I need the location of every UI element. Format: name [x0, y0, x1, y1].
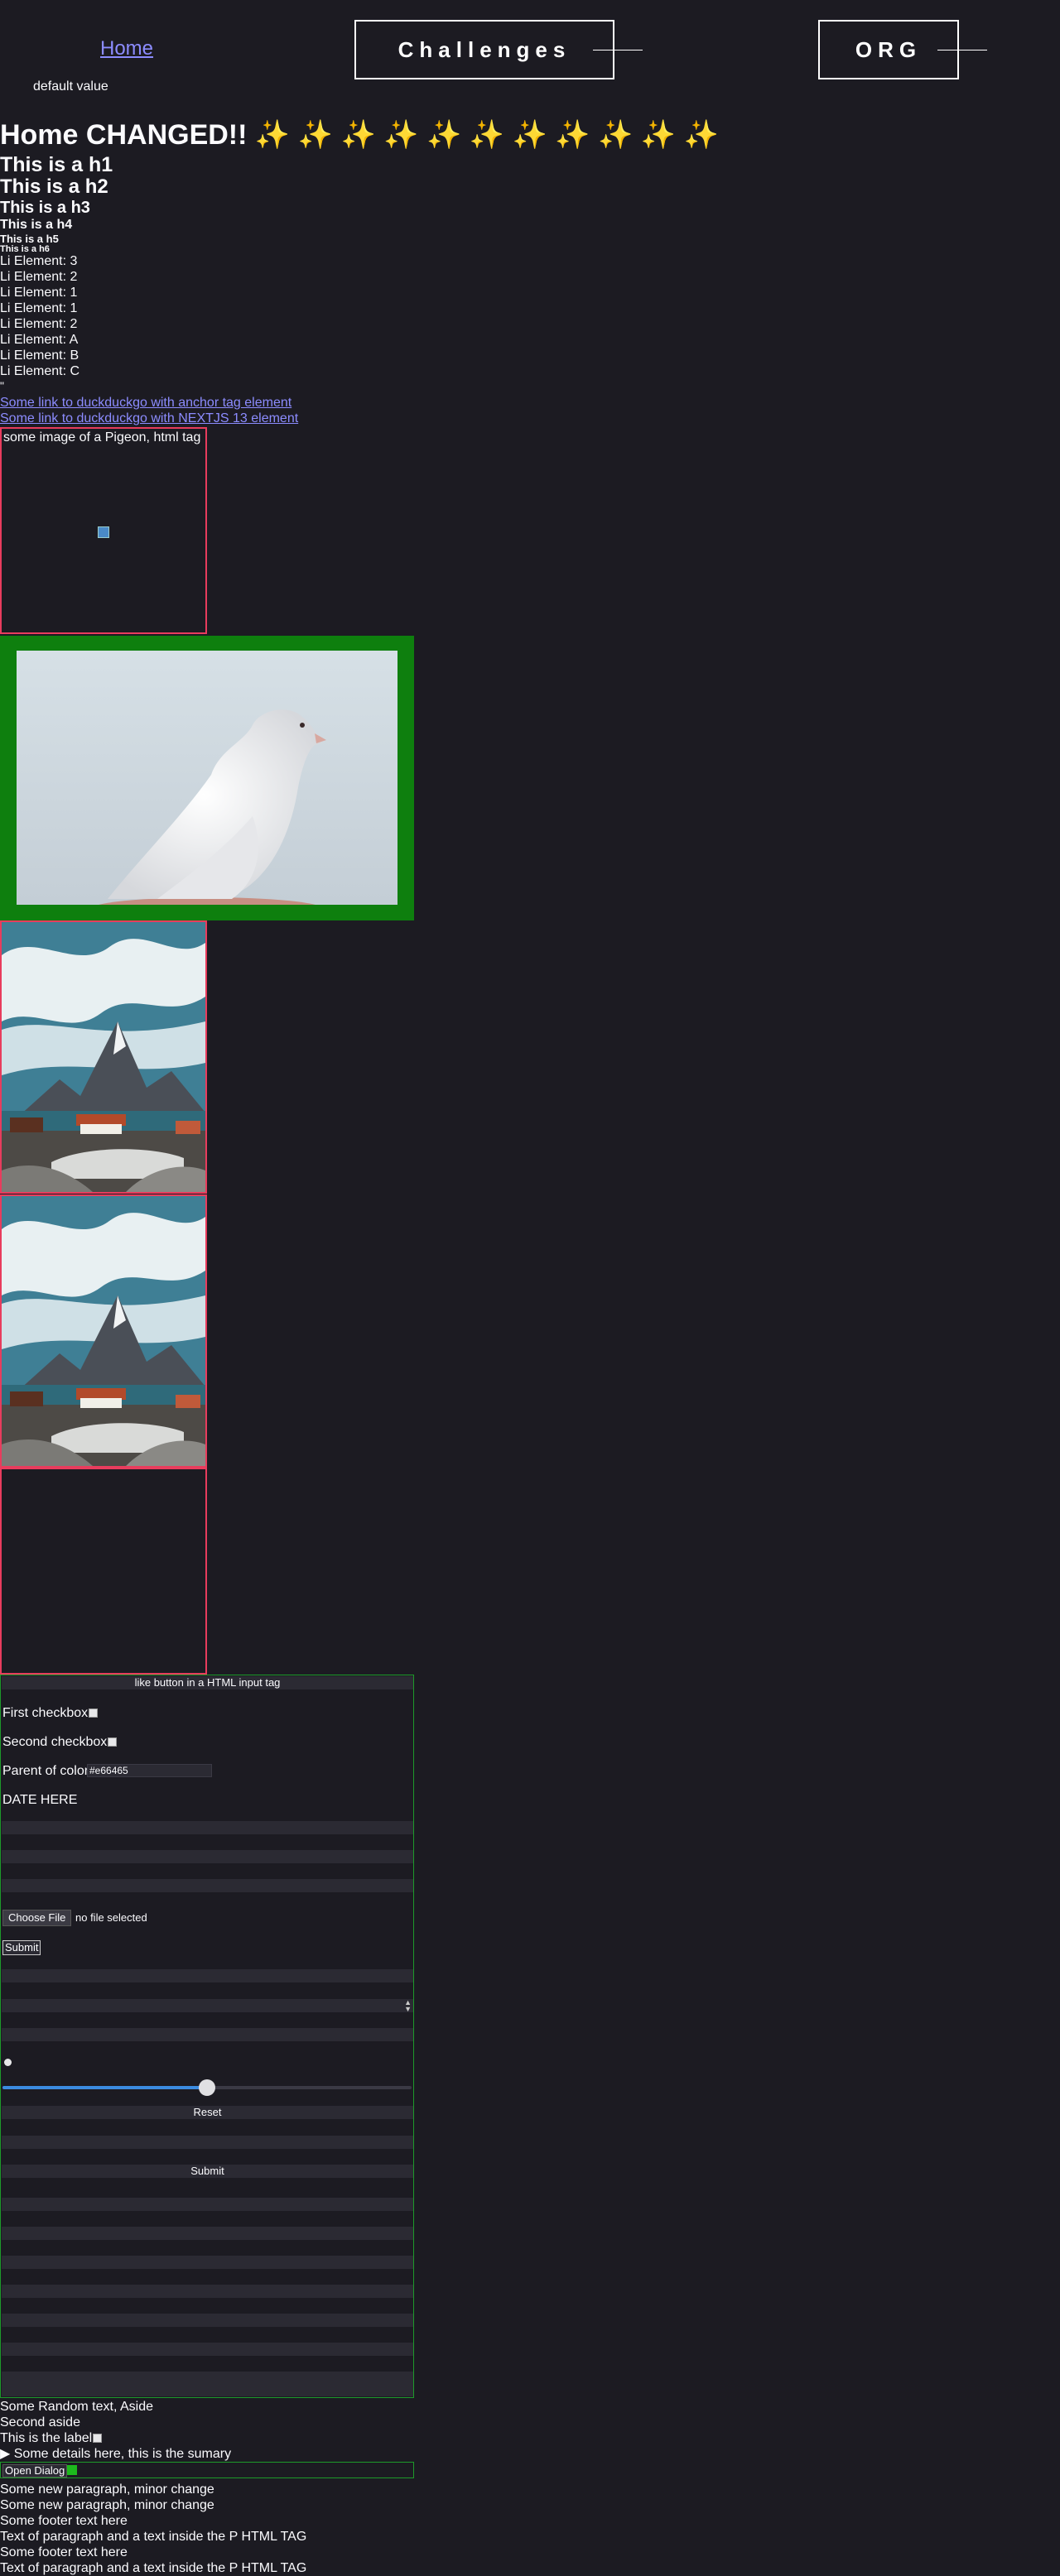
- text-input[interactable]: [2, 1879, 413, 1892]
- heading-h1: This is a h1: [0, 153, 113, 176]
- submit-button-small[interactable]: Submit: [2, 1940, 41, 1955]
- dialog-indicator: [67, 2465, 77, 2475]
- range-slider-thumb[interactable]: [199, 2079, 215, 2096]
- paragraph: Some new paragraph, minor change: [0, 2482, 214, 2497]
- text-input[interactable]: [2, 1969, 413, 1982]
- page-title: Home CHANGED!! ✨ ✨ ✨ ✨ ✨ ✨ ✨ ✨ ✨ ✨ ✨: [0, 119, 720, 151]
- text-input[interactable]: [2, 2198, 413, 2211]
- submit-button[interactable]: Submit: [2, 2165, 413, 2178]
- spinner-arrows-icon[interactable]: ▲ ▼: [404, 1999, 412, 2013]
- p-tag-text: Text of paragraph and a text inside the …: [0, 2561, 307, 2575]
- textarea[interactable]: [2, 2372, 413, 2396]
- heading-h4: This is a h4: [0, 218, 73, 232]
- list-item: Li Element: 3: [0, 254, 78, 268]
- list-item: Li Element: 1: [0, 301, 78, 315]
- list-item: Li Element: C: [0, 364, 80, 378]
- landscape-image: [0, 1194, 207, 1468]
- challenges-button[interactable]: Challenges: [354, 20, 614, 79]
- first-checkbox[interactable]: [89, 1709, 99, 1718]
- open-dialog-button[interactable]: Open Dialog: [2, 2464, 68, 2477]
- duckduckgo-anchor-link[interactable]: Some link to duckduckgo with anchor tag …: [0, 396, 292, 411]
- second-checkbox[interactable]: [108, 1737, 118, 1747]
- footer-text: Some footer text here: [0, 2514, 128, 2528]
- home-link[interactable]: Home: [100, 36, 153, 61]
- second-checkbox-label: Second checkbox: [2, 1735, 108, 1749]
- heading-h3: This is a h3: [0, 199, 90, 217]
- color-input[interactable]: #e66465: [87, 1764, 212, 1777]
- list-item: Li Element: B: [0, 348, 80, 363]
- pigeon-image-broken: some image of a Pigeon, html tag: [0, 427, 207, 634]
- form-section: like button in a HTML input tag First ch…: [0, 1675, 414, 2398]
- element-list: Li Element: 3 Li Element: 2 Li Element: …: [0, 253, 80, 379]
- reset-button[interactable]: Reset: [2, 2106, 413, 2119]
- date-label: DATE HERE: [2, 1793, 78, 1807]
- text-input[interactable]: [2, 2028, 413, 2041]
- details-summary[interactable]: ▶ Some details here, this is the sumary: [0, 2446, 231, 2462]
- file-status-text: no file selected: [75, 1911, 147, 1924]
- list-item: Li Element: 1: [0, 286, 78, 300]
- text-input[interactable]: [2, 2285, 413, 2298]
- number-input[interactable]: ▲ ▼: [2, 1999, 413, 2013]
- range-slider-fill: [2, 2086, 207, 2089]
- list-item: Li Element: 2: [0, 270, 78, 284]
- first-checkbox-label: First checkbox: [2, 1706, 89, 1720]
- paragraph: Some new paragraph, minor change: [0, 2498, 214, 2512]
- color-label: Parent of color: [2, 1764, 89, 1778]
- broken-image-icon: [98, 526, 109, 538]
- footer-text: Some footer text here: [0, 2545, 128, 2559]
- p-tag-text: Text of paragraph and a text inside the …: [0, 2530, 307, 2544]
- pigeon-image-container: [0, 636, 414, 920]
- label-text: This is the label: [0, 2431, 93, 2445]
- text-input[interactable]: [2, 1821, 413, 1834]
- second-checkbox-row: Second checkbox: [2, 1734, 118, 1750]
- text-input[interactable]: [2, 2314, 413, 2327]
- text-input[interactable]: [2, 1850, 413, 1863]
- list-item: Li Element: A: [0, 333, 79, 347]
- aside-text: Second aside: [0, 2415, 80, 2429]
- duckduckgo-nextjs-link[interactable]: Some link to duckduckgo with NEXTJS 13 e…: [0, 411, 298, 426]
- text-input[interactable]: [2, 2136, 413, 2149]
- text-input[interactable]: [2, 2227, 413, 2240]
- heading-h2: This is a h2: [0, 175, 108, 198]
- text-input[interactable]: [2, 2256, 413, 2269]
- text-input[interactable]: [2, 2343, 413, 2356]
- empty-image-frame: [0, 1468, 207, 1675]
- label-checkbox[interactable]: [93, 2434, 103, 2444]
- pigeon-alt-text: some image of a Pigeon, html tag: [3, 430, 201, 445]
- landscape-image: [0, 920, 207, 1194]
- default-value-text: default value: [33, 79, 108, 94]
- list-item: Li Element: 2: [0, 317, 78, 331]
- radio-button[interactable]: [4, 2059, 12, 2066]
- stray-quote-text: ": [0, 379, 4, 392]
- aside-text: Some Random text, Aside: [0, 2400, 153, 2414]
- first-checkbox-row: First checkbox: [2, 1705, 99, 1721]
- dialog-section: Open Dialog: [0, 2462, 414, 2478]
- choose-file-button[interactable]: Choose File: [2, 1910, 72, 1926]
- html-input-button[interactable]: like button in a HTML input tag: [2, 1676, 413, 1689]
- pigeon-image: [17, 651, 398, 905]
- label-row: This is the label: [0, 2430, 103, 2446]
